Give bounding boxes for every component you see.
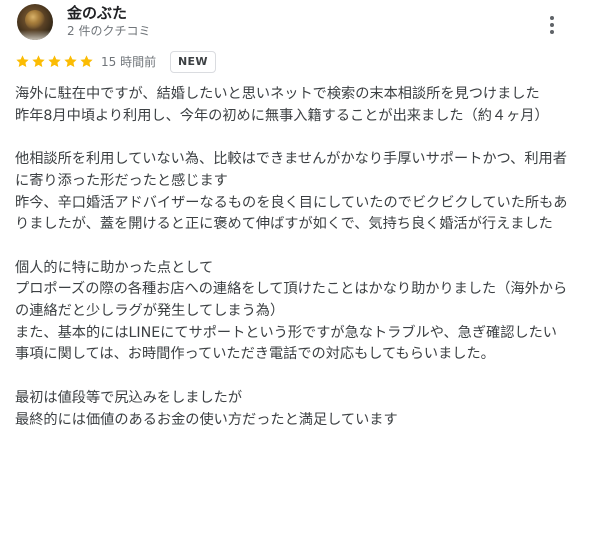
more-vert-icon-dot [550, 23, 554, 27]
more-options-button[interactable] [540, 10, 564, 40]
review-line: 他相談所を利用していない為、比較はできませんがかなり手厚いサポートかつ、利用者に… [15, 151, 567, 189]
review-line: 最終的には価値のあるお金の使い方だったと満足しています [15, 411, 398, 428]
review-text: 海外に駐在中ですが、結婚したいと思いネットで検索の末本相談所を見つけました 昨年8… [15, 84, 571, 431]
avatar[interactable] [17, 4, 53, 40]
review-line: 最初は値段等で尻込みをしましたが [15, 389, 243, 406]
star-icon [16, 55, 29, 67]
review-time: 15 時間前 [101, 55, 157, 69]
review-line: 昨年8月中頃より利用し、今年の初めに無事入籍することが出来ました（約４ヶ月） [15, 107, 549, 124]
review-line: 個人的に特に助かった点として [15, 259, 214, 276]
more-vert-icon-dot [550, 30, 554, 34]
reviewer-review-count[interactable]: 2 件のクチコミ [67, 24, 150, 39]
review-line: 海外に駐在中ですが、結婚したいと思いネットで検索の末本相談所を見つけました [15, 86, 540, 102]
star-rating [15, 54, 94, 70]
avatar-highlight [25, 10, 45, 30]
review-line: 昨今、辛口婚活アドバイザーなるものを良く目にしていたのでビクビクしていた所もあり… [15, 194, 568, 233]
review-card: 金のぶた 2 件のクチコミ 15 時間前 NEW 海外に駐在中ですが、結婚したい… [0, 0, 602, 548]
star-icon [32, 55, 45, 67]
review-line: プロポーズの際の各種お店への連絡をして頂けたことはかなり助かりました（海外からの… [15, 281, 568, 319]
star-icon [80, 55, 93, 67]
new-badge: NEW [170, 51, 216, 73]
star-icon [48, 55, 61, 67]
star-icon [64, 55, 77, 67]
more-vert-icon [550, 16, 554, 20]
review-line: また、基本的にはLINEにてサポートという形ですが急なトラブルや、急ぎ確認したい… [15, 324, 557, 363]
reviewer-name[interactable]: 金のぶた [67, 4, 127, 22]
avatar-base [17, 30, 53, 40]
